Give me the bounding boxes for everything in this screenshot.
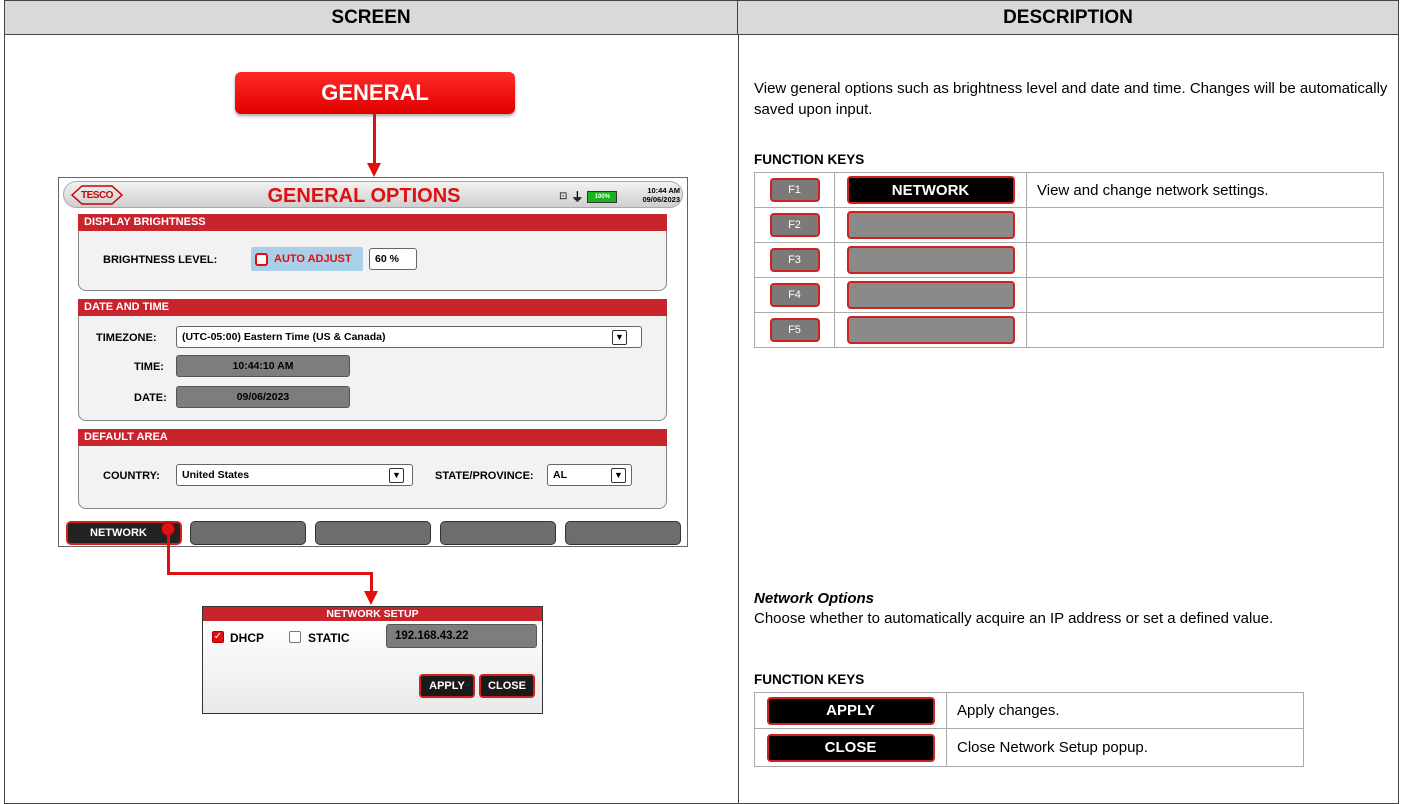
key-description: [1026, 207, 1384, 243]
network-connector-dot: [161, 522, 175, 536]
blank-key-button: [846, 316, 1015, 344]
dhcp-checkbox[interactable]: ✓: [212, 631, 224, 643]
close-key-button: CLOSE: [766, 733, 935, 762]
date-time-panel: DATE AND TIME TIMEZONE: (UTC-05:00) East…: [78, 299, 667, 421]
connector-line: [167, 572, 373, 575]
network-setup-popup: NETWORK SETUP ✓ DHCP STATIC 192.168.43.2…: [202, 606, 543, 714]
f2-key: F2: [769, 213, 820, 237]
f5-key: F5: [769, 318, 820, 342]
brightness-value-field[interactable]: 60 %: [369, 248, 417, 270]
table-row: F1 NETWORK View and change network setti…: [754, 172, 1384, 208]
popup-keys-table: APPLY Apply changes. CLOSE Close Network…: [754, 692, 1304, 767]
panel-header: DISPLAY BRIGHTNESS: [78, 214, 667, 231]
general-callout: GENERAL: [235, 72, 515, 114]
table-row: F4: [754, 277, 1384, 313]
network-options-text: Choose whether to automatically acquire …: [754, 610, 1274, 627]
static-label: STATIC: [308, 631, 350, 645]
date-field[interactable]: 09/06/2023: [176, 386, 350, 408]
popup-body: ✓ DHCP STATIC 192.168.43.22 APPLY CLOSE: [203, 621, 542, 713]
table-row: APPLY Apply changes.: [754, 692, 1304, 729]
battery-icon: 100%: [587, 190, 618, 203]
time-label: TIME:: [134, 361, 164, 373]
dhcp-label: DHCP: [230, 631, 265, 645]
key-description: Close Network Setup popup.: [946, 728, 1304, 767]
blank-key-button: [846, 246, 1015, 274]
connector-line: [167, 535, 170, 574]
network-options-title: Network Options: [754, 590, 875, 607]
f4-key: F4: [769, 283, 820, 307]
table-row: F5: [754, 312, 1384, 348]
key-description: [1026, 242, 1384, 278]
table-row: CLOSE Close Network Setup popup.: [754, 728, 1304, 767]
time-field[interactable]: 10:44:10 AM: [176, 355, 350, 377]
status-icons: ⊡ ⏚ 100%: [559, 188, 618, 205]
country-dropdown[interactable]: United States: [176, 464, 413, 486]
apply-key-button: APPLY: [766, 696, 935, 725]
close-button[interactable]: CLOSE: [479, 674, 535, 698]
clock-date: 09/06/2023: [642, 195, 680, 204]
description-column-header: DESCRIPTION: [738, 1, 1398, 35]
chevron-down-icon[interactable]: ▼: [611, 468, 626, 483]
chevron-down-icon[interactable]: ▼: [612, 330, 627, 345]
blank-key-button: [846, 281, 1015, 309]
country-label: COUNTRY:: [103, 470, 160, 482]
function-button-f5[interactable]: [565, 521, 681, 545]
callout-arrow-line: [373, 114, 376, 164]
timezone-label: TIMEZONE:: [96, 332, 157, 344]
table-row: F2: [754, 207, 1384, 243]
top-bar: TESCO GENERAL OPTIONS ⊡ ⏚ 100% 10:44 AM …: [63, 181, 683, 208]
display-brightness-panel: DISPLAY BRIGHTNESS BRIGHTNESS LEVEL: AUT…: [78, 214, 667, 291]
clock: 10:44 AM 09/06/2023: [630, 186, 680, 204]
state-label: STATE/PROVINCE:: [435, 470, 534, 482]
brightness-label: BRIGHTNESS LEVEL:: [103, 254, 218, 266]
screen-title: GENERAL OPTIONS: [267, 185, 461, 207]
function-button-f4[interactable]: [440, 521, 556, 545]
chevron-down-icon[interactable]: ▼: [389, 468, 404, 483]
plug-icon: ⏚: [571, 190, 584, 204]
panel-header: DEFAULT AREA: [78, 429, 667, 446]
apply-button[interactable]: APPLY: [419, 674, 475, 698]
key-description: [1026, 312, 1384, 348]
function-keys-title-2: FUNCTION KEYS: [754, 672, 865, 687]
static-checkbox[interactable]: [289, 631, 301, 643]
usb-icon: ⊡: [559, 191, 568, 202]
network-key-button: NETWORK: [846, 176, 1015, 204]
radio-icon: [255, 252, 268, 266]
ip-address-field[interactable]: 192.168.43.22: [386, 624, 537, 648]
clock-time: 10:44 AM: [647, 186, 680, 195]
key-description: [1026, 277, 1384, 313]
connector-line: [370, 572, 373, 592]
screen-column-header: SCREEN: [5, 1, 738, 35]
callout-arrow-head: [367, 163, 381, 177]
function-button-f2[interactable]: [190, 521, 306, 545]
blank-key-button: [846, 211, 1015, 239]
connector-arrow-head: [364, 591, 378, 605]
default-area-panel: DEFAULT AREA COUNTRY: United States ▼ ST…: [78, 429, 667, 509]
auto-adjust-toggle[interactable]: AUTO ADJUST: [251, 247, 363, 271]
table-row: F3: [754, 242, 1384, 278]
tesco-logo: TESCO: [70, 184, 124, 206]
function-keys-title: FUNCTION KEYS: [754, 152, 865, 167]
device-screen: TESCO GENERAL OPTIONS ⊡ ⏚ 100% 10:44 AM …: [58, 177, 688, 547]
popup-header: NETWORK SETUP: [203, 607, 542, 621]
description-intro: View general options such as brightness …: [754, 80, 1388, 118]
date-label: DATE:: [134, 392, 167, 404]
f3-key: F3: [769, 248, 820, 272]
function-button-f3[interactable]: [315, 521, 431, 545]
column-divider: [738, 35, 739, 804]
key-description: Apply changes.: [946, 692, 1304, 729]
auto-adjust-label: AUTO ADJUST: [274, 253, 352, 265]
function-keys-table: F1 NETWORK View and change network setti…: [754, 172, 1384, 348]
panel-header: DATE AND TIME: [78, 299, 667, 316]
timezone-dropdown[interactable]: (UTC-05:00) Eastern Time (US & Canada): [176, 326, 642, 348]
f1-key: F1: [769, 178, 820, 202]
key-description: View and change network settings.: [1026, 172, 1384, 208]
